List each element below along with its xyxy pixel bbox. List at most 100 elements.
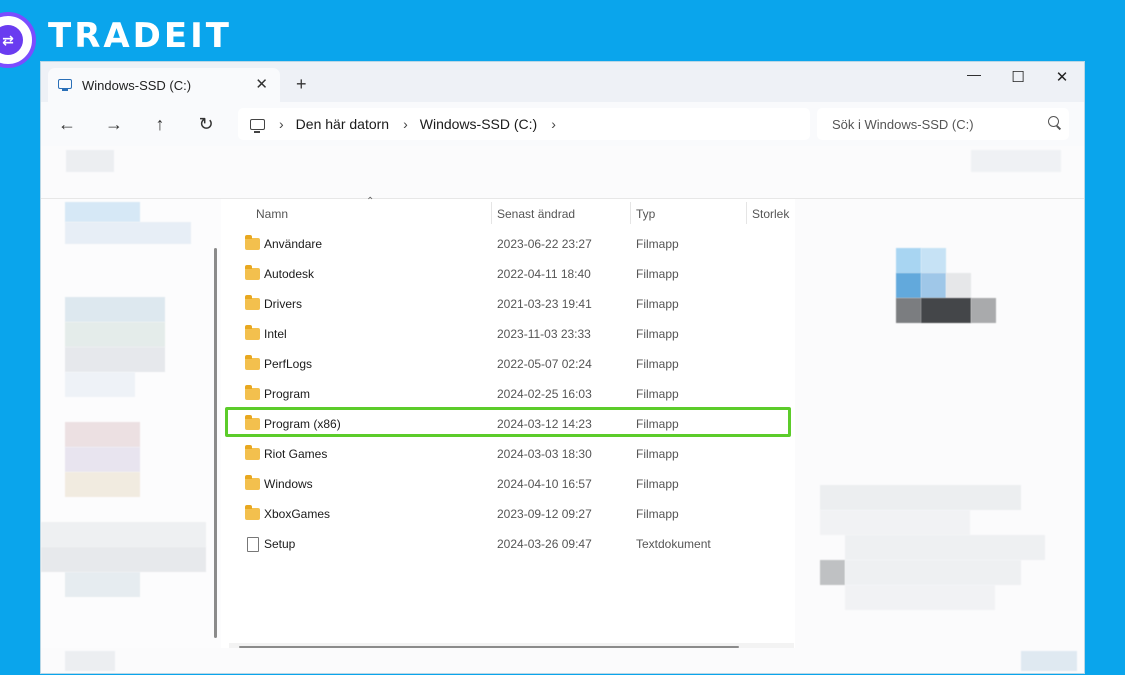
forward-arrow-icon[interactable]: → bbox=[102, 112, 126, 136]
search-box[interactable]: Sök i Windows-SSD (C:) bbox=[817, 108, 1069, 140]
file-type: Filmapp bbox=[636, 477, 679, 491]
folder-icon bbox=[245, 505, 260, 520]
file-row[interactable]: Windows 2024-04-10 16:57 Filmapp bbox=[229, 469, 794, 499]
tab-windows-ssd[interactable]: Windows-SSD (C:) ✕ bbox=[48, 68, 280, 102]
file-name: Program bbox=[264, 387, 311, 401]
folder-icon bbox=[245, 415, 260, 430]
toolbar-blurred-button[interactable] bbox=[971, 150, 1061, 172]
sidebar-blurred-item[interactable] bbox=[65, 422, 140, 447]
file-type: Filmapp bbox=[636, 297, 679, 311]
sidebar-blurred-item[interactable] bbox=[65, 372, 135, 397]
file-type: Filmapp bbox=[636, 237, 679, 251]
tab-close-icon[interactable]: ✕ bbox=[255, 75, 268, 93]
sidebar-blurred-item[interactable] bbox=[65, 472, 140, 497]
file-name: Autodesk bbox=[264, 267, 315, 281]
file-row[interactable]: Autodesk 2022-04-11 18:40 Filmapp bbox=[229, 259, 794, 289]
up-arrow-icon[interactable]: ↑ bbox=[148, 112, 172, 136]
file-name: Intel bbox=[264, 327, 287, 341]
folder-icon bbox=[245, 325, 260, 340]
column-divider[interactable] bbox=[746, 202, 747, 224]
file-modified-date: 2022-05-07 02:24 bbox=[497, 357, 592, 371]
back-arrow-icon[interactable]: ← bbox=[55, 112, 79, 136]
sidebar-scrollbar[interactable] bbox=[214, 248, 217, 638]
column-size-header[interactable]: Storlek bbox=[752, 207, 789, 221]
details-blurred-preview bbox=[971, 298, 996, 323]
search-icon[interactable] bbox=[1048, 116, 1059, 127]
file-row[interactable]: Drivers 2021-03-23 19:41 Filmapp bbox=[229, 289, 794, 319]
breadcrumb-separator: › bbox=[403, 116, 408, 132]
sidebar-blurred-item[interactable] bbox=[41, 522, 206, 547]
details-pane bbox=[795, 199, 1084, 673]
minimize-button[interactable]: — bbox=[962, 66, 986, 82]
file-type: Filmapp bbox=[636, 267, 679, 281]
new-tab-button[interactable]: + bbox=[296, 74, 307, 95]
details-blurred-text bbox=[820, 560, 845, 585]
close-window-button[interactable]: ✕ bbox=[1050, 68, 1074, 86]
file-row[interactable]: Intel 2023-11-03 23:33 Filmapp bbox=[229, 319, 794, 349]
maximize-button[interactable]: ☐ bbox=[1006, 68, 1030, 86]
details-blurred-preview bbox=[896, 298, 921, 323]
file-name: PerfLogs bbox=[264, 357, 313, 371]
sidebar-blurred-item[interactable] bbox=[65, 347, 165, 372]
file-row[interactable]: Användare 2023-06-22 23:27 Filmapp bbox=[229, 229, 794, 259]
column-type-header[interactable]: Typ bbox=[636, 207, 655, 221]
file-row[interactable]: XboxGames 2023-09-12 09:27 Filmapp bbox=[229, 499, 794, 529]
title-bar: Windows-SSD (C:) ✕ + — ☐ ✕ bbox=[41, 62, 1084, 102]
file-type: Filmapp bbox=[636, 357, 679, 371]
refresh-icon[interactable]: ↻ bbox=[194, 112, 218, 136]
folder-icon bbox=[245, 295, 260, 310]
file-explorer-window: Windows-SSD (C:) ✕ + — ☐ ✕ ← → ↑ ↻ › Den… bbox=[41, 62, 1084, 673]
breadcrumb-this-pc[interactable]: Den här datorn bbox=[296, 116, 389, 132]
file-modified-date: 2024-03-03 18:30 bbox=[497, 447, 592, 461]
file-row[interactable]: PerfLogs 2022-05-07 02:24 Filmapp bbox=[229, 349, 794, 379]
details-blurred-preview bbox=[921, 248, 946, 273]
drive-icon bbox=[58, 79, 72, 91]
file-row[interactable]: Program 2024-02-25 16:03 Filmapp bbox=[229, 379, 794, 409]
folder-icon bbox=[245, 475, 260, 490]
file-row[interactable]: Program (x86) 2024-03-12 14:23 Filmapp bbox=[225, 407, 794, 439]
file-modified-date: 2021-03-23 19:41 bbox=[497, 297, 592, 311]
details-blurred-text bbox=[845, 535, 1045, 560]
command-toolbar bbox=[41, 146, 1084, 199]
breadcrumb-drive[interactable]: Windows-SSD (C:) bbox=[420, 116, 537, 132]
file-name: Windows bbox=[264, 477, 313, 491]
sidebar-blurred-item[interactable] bbox=[65, 447, 140, 472]
sidebar-blurred-item[interactable] bbox=[65, 222, 191, 244]
details-blurred-text bbox=[845, 585, 995, 610]
sidebar-blurred-item[interactable] bbox=[65, 297, 165, 322]
file-row[interactable]: Riot Games 2024-03-03 18:30 Filmapp bbox=[229, 439, 794, 469]
sidebar-blurred-item[interactable] bbox=[41, 547, 206, 572]
status-bar bbox=[41, 648, 1084, 673]
folder-icon bbox=[245, 445, 260, 460]
file-type: Filmapp bbox=[636, 507, 679, 521]
sidebar-blurred-item[interactable] bbox=[65, 572, 140, 597]
file-modified-date: 2024-03-26 09:47 bbox=[497, 537, 592, 551]
file-row[interactable]: Setup 2024-03-26 09:47 Textdokument bbox=[229, 529, 794, 559]
column-divider[interactable] bbox=[630, 202, 631, 224]
breadcrumb-chevron-icon[interactable]: › bbox=[551, 116, 556, 132]
file-type: Textdokument bbox=[636, 537, 711, 551]
details-blurred-preview bbox=[921, 273, 946, 298]
file-name: Riot Games bbox=[264, 447, 328, 461]
column-divider[interactable] bbox=[491, 202, 492, 224]
column-modified-header[interactable]: Senast ändrad bbox=[497, 207, 575, 221]
file-type: Filmapp bbox=[636, 387, 679, 401]
file-modified-date: 2024-02-25 16:03 bbox=[497, 387, 592, 401]
sort-ascending-icon: ⌃ bbox=[366, 196, 375, 207]
file-type: Filmapp bbox=[636, 417, 679, 431]
folder-icon bbox=[245, 385, 260, 400]
search-placeholder: Sök i Windows-SSD (C:) bbox=[832, 116, 974, 132]
file-type: Filmapp bbox=[636, 327, 679, 341]
file-list: Namn ⌃ Senast ändrad Typ Storlek Använda… bbox=[225, 196, 794, 651]
sidebar-blurred-item[interactable] bbox=[65, 322, 165, 347]
column-name-header[interactable]: Namn bbox=[256, 207, 288, 221]
details-blurred-text bbox=[820, 485, 1021, 510]
file-name: XboxGames bbox=[264, 507, 331, 521]
details-blurred-text bbox=[820, 510, 970, 535]
sidebar-blurred-item[interactable] bbox=[65, 202, 140, 222]
toolbar-blurred-button[interactable] bbox=[66, 150, 114, 172]
file-modified-date: 2023-11-03 23:33 bbox=[497, 327, 591, 341]
file-name: Användare bbox=[264, 237, 323, 251]
view-toggle-buttons[interactable] bbox=[1021, 651, 1077, 671]
address-bar[interactable]: › Den här datorn › Windows-SSD (C:) › bbox=[238, 108, 810, 140]
